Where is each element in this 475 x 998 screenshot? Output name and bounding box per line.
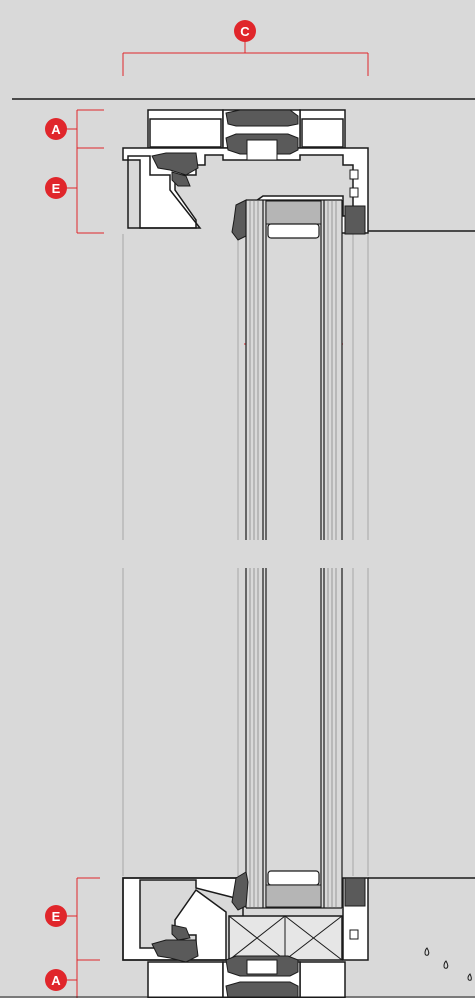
glass-pane-top [245, 199, 343, 540]
marker-e-bottom: E [45, 905, 67, 927]
marker-a-top-label: A [51, 122, 61, 137]
marker-a-top: A [45, 118, 67, 140]
gasket-icon [225, 981, 299, 998]
marker-c: C [234, 20, 256, 42]
marker-e-top: E [45, 177, 67, 199]
window-section-diagram: C A E D E [0, 0, 475, 998]
gasket-icon [225, 109, 299, 127]
marker-a-bottom-label: A [51, 973, 61, 988]
marker-a-bottom: A [45, 969, 67, 991]
marker-e-top-label: E [52, 181, 61, 196]
glass-pane-bottom [245, 568, 343, 909]
marker-e-bottom-label: E [52, 909, 61, 924]
marker-c-label: C [240, 24, 250, 39]
